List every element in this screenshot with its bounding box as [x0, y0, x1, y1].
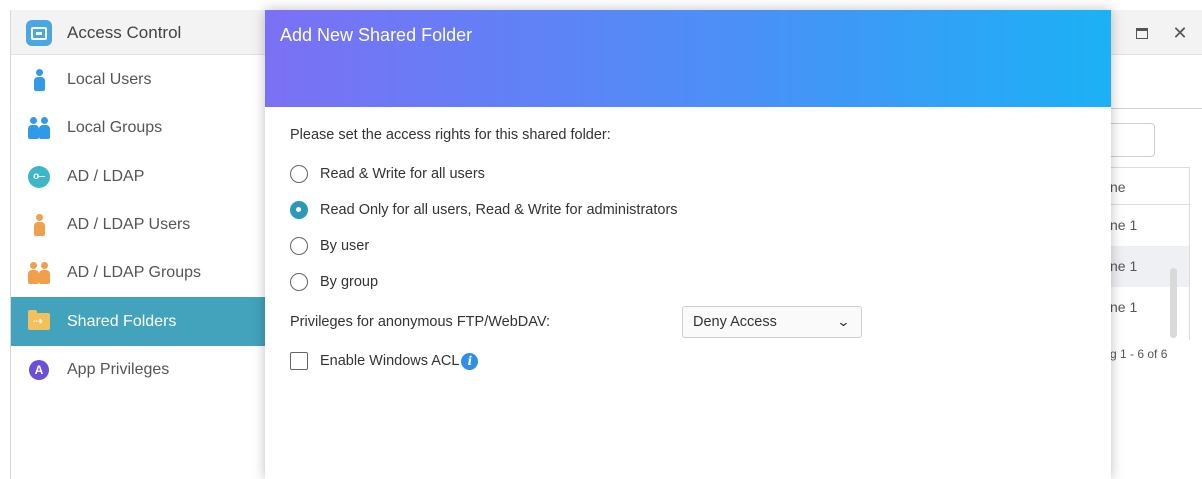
radio-button[interactable]: [290, 165, 308, 183]
add-shared-folder-dialog: Add New Shared Folder Please set the acc…: [265, 10, 1111, 479]
dialog-header: Add New Shared Folder: [265, 10, 1111, 107]
option-label: Read & Write for all users: [320, 166, 485, 182]
sidebar-item-label: Shared Folders: [67, 312, 177, 330]
enable-windows-acl-checkbox[interactable]: [290, 352, 308, 370]
sidebar: Local Users Local Groups o‒ AD / LDAP AD…: [11, 56, 266, 479]
sidebar-item-label: AD / LDAP: [67, 167, 145, 185]
access-control-icon: [26, 20, 52, 46]
user-icon: [27, 213, 51, 237]
option-read-write-all[interactable]: Read & Write for all users: [290, 156, 1086, 192]
dialog-body: Please set the access rights for this sh…: [265, 107, 1111, 394]
option-by-group[interactable]: By group: [290, 264, 1086, 300]
sidebar-item-ad-ldap-groups[interactable]: AD / LDAP Groups: [11, 249, 265, 297]
option-label: By user: [320, 238, 370, 254]
sidebar-item-label: AD / LDAP Users: [67, 216, 191, 234]
option-label: Read Only for all users, Read & Write fo…: [320, 202, 678, 218]
table-row[interactable]: ne 1: [1110, 287, 1189, 328]
radio-button[interactable]: [290, 273, 308, 291]
chevron-down-icon: ⌄: [836, 314, 851, 329]
option-label: By group: [320, 274, 379, 290]
group-icon: [27, 261, 51, 285]
anonymous-privileges-label: Privileges for anonymous FTP/WebDAV:: [290, 314, 551, 330]
table-row[interactable]: ne 1: [1110, 246, 1189, 287]
sidebar-item-app-privileges[interactable]: A App Privileges: [11, 346, 265, 394]
windows-acl-row: Enable Windows ACL i: [290, 348, 1086, 374]
anonymous-privileges-row: Privileges for anonymous FTP/WebDAV: Den…: [290, 306, 1086, 338]
option-by-user[interactable]: By user: [290, 228, 1086, 264]
app-privileges-icon: A: [27, 358, 51, 382]
dialog-title: Add New Shared Folder: [280, 25, 473, 45]
select-value: Deny Access: [693, 314, 777, 330]
access-rights-prompt: Please set the access rights for this sh…: [290, 127, 611, 143]
table-row[interactable]: ne 1: [1110, 205, 1189, 246]
background-content: ne ne 1 ne 1 ne 1 g 1 - 6 of 6: [1110, 0, 1202, 479]
user-icon: [27, 68, 51, 92]
shared-folder-icon: [27, 310, 51, 334]
divider: [1110, 108, 1202, 109]
radio-button-checked[interactable]: [290, 201, 308, 219]
sidebar-item-label: App Privileges: [67, 360, 170, 378]
sidebar-item-label: AD / LDAP Groups: [67, 264, 201, 282]
window-title: Access Control: [67, 23, 182, 42]
info-icon[interactable]: i: [461, 352, 479, 370]
windows-acl-label: Enable Windows ACL: [320, 353, 460, 369]
sidebar-item-local-users[interactable]: Local Users: [11, 56, 265, 104]
search-input[interactable]: [1110, 123, 1155, 157]
sidebar-item-ad-ldap[interactable]: o‒ AD / LDAP: [11, 153, 265, 201]
option-read-only-all[interactable]: Read Only for all users, Read & Write fo…: [290, 192, 1086, 228]
radio-button[interactable]: [290, 237, 308, 255]
group-icon: [27, 116, 51, 140]
pager: g 1 - 6 of 6: [1110, 347, 1168, 361]
anonymous-privileges-select[interactable]: Deny Access ⌄: [682, 306, 862, 338]
sidebar-item-label: Local Groups: [67, 119, 163, 137]
sidebar-item-shared-folders[interactable]: Shared Folders: [11, 297, 265, 346]
shared-folder-table: ne ne 1 ne 1 ne 1: [1110, 167, 1190, 340]
sidebar-item-ad-ldap-users[interactable]: AD / LDAP Users: [11, 201, 265, 249]
key-icon: o‒: [27, 165, 51, 189]
sidebar-item-label: Local Users: [67, 71, 152, 89]
scrollbar[interactable]: [1170, 268, 1177, 338]
sidebar-item-local-groups[interactable]: Local Groups: [11, 104, 265, 152]
table-header: ne: [1110, 167, 1189, 205]
